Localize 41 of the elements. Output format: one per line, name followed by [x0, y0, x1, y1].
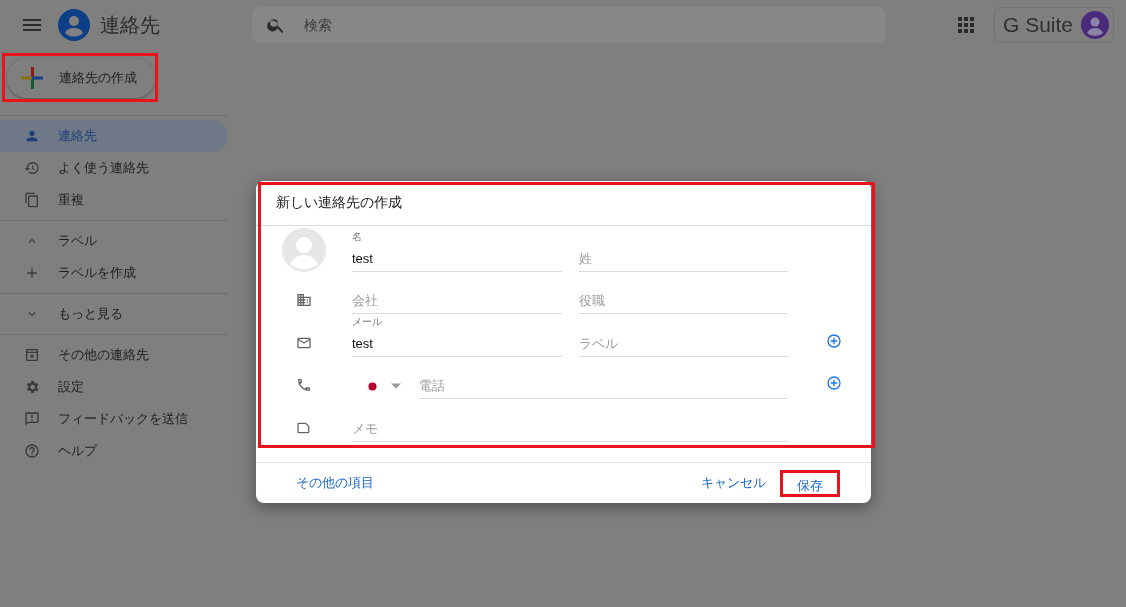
flag-icon: [368, 381, 377, 391]
dialog-title: 新しい連絡先の作成: [256, 181, 871, 226]
caret-icon: [391, 383, 401, 389]
save-button[interactable]: 保存: [780, 469, 840, 497]
copy-icon: [24, 192, 40, 208]
sidebar-item[interactable]: その他の連絡先: [0, 339, 228, 371]
archive-icon: [24, 347, 40, 363]
person-icon: [24, 128, 40, 144]
app-title: 連絡先: [100, 12, 160, 38]
avatar-icon: [282, 228, 326, 272]
add-icon[interactable]: [824, 333, 843, 351]
phone-icon: [296, 377, 312, 393]
sidebar-item[interactable]: 重複: [0, 184, 228, 216]
more-fields-link[interactable]: その他の項目: [296, 470, 374, 496]
search-field[interactable]: 検索: [252, 7, 886, 43]
cancel-button[interactable]: キャンセル: [701, 470, 766, 496]
create-contact-button[interactable]: 連絡先の作成: [7, 58, 155, 98]
sidebar-item[interactable]: よく使う連絡先: [0, 152, 228, 184]
feedback-icon: [24, 411, 40, 427]
sidebar-item[interactable]: 連絡先: [0, 120, 228, 152]
mail-icon: [296, 335, 312, 351]
field-label: メール: [352, 315, 383, 329]
settings-icon: [24, 379, 40, 395]
note-icon: [296, 420, 312, 436]
sidebar-item[interactable]: もっと見る: [0, 298, 228, 330]
field-label: 名: [352, 230, 363, 244]
sidebar-item[interactable]: ヘルプ: [0, 435, 228, 467]
sidebar-item[interactable]: ラベル: [0, 225, 228, 257]
plus-icon: [21, 67, 43, 89]
plus-icon: [24, 265, 40, 281]
building-icon: [296, 292, 312, 308]
suite-account-button[interactable]: G Suite: [994, 7, 1115, 43]
apps-grid-icon[interactable]: [958, 17, 974, 33]
history-icon: [24, 160, 40, 176]
avatar-icon: [1081, 11, 1110, 39]
person-logo-icon: [58, 9, 90, 41]
add-icon[interactable]: [824, 375, 843, 393]
help-icon: [24, 443, 40, 459]
sidebar-item[interactable]: 設定: [0, 371, 228, 403]
sidebar-item[interactable]: フィードバックを送信: [0, 403, 228, 435]
sidebar-item[interactable]: ラベルを作成: [0, 257, 228, 289]
